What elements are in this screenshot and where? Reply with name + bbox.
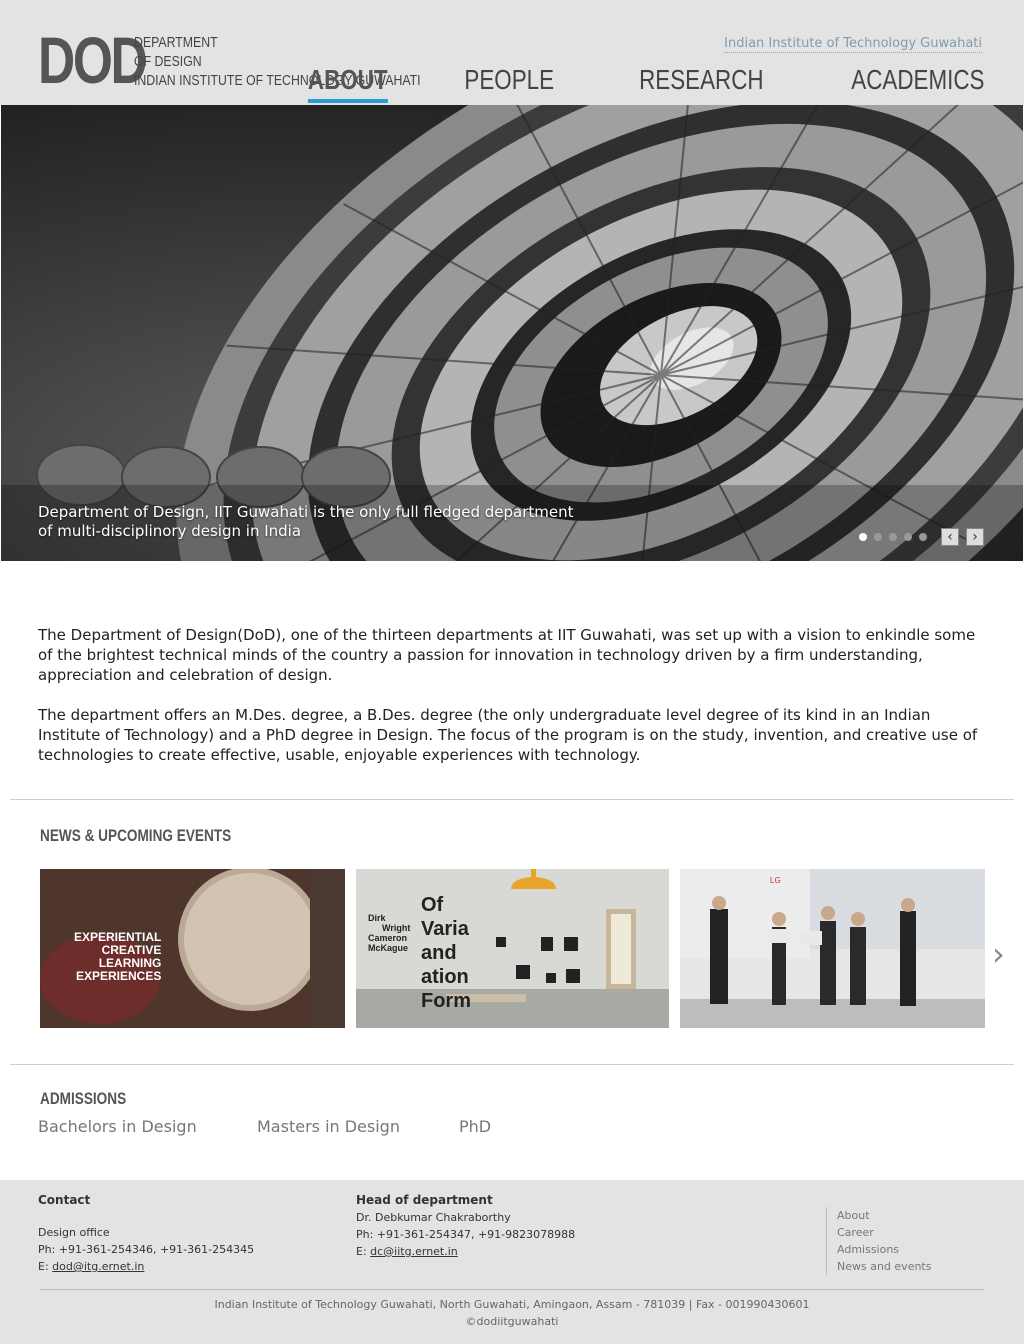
hod-title: Head of department — [356, 1193, 493, 1207]
svg-text:LG: LG — [770, 876, 781, 885]
slider-dot[interactable] — [874, 533, 882, 541]
nav-research[interactable]: RESEARCH — [639, 64, 763, 100]
news-card-1-line: EXPERIENCES — [76, 969, 162, 983]
footer-divider — [40, 1289, 984, 1290]
news-card-1[interactable]: EXPERIENTIAL CREATIVE LEARNING EXPERIENC… — [40, 869, 345, 1028]
main-nav: ABOUT PEOPLE RESEARCH ACADEMICS — [288, 64, 984, 103]
footer-copyright: ©dodiitguwahati — [465, 1315, 559, 1328]
email-prefix: E: — [356, 1245, 371, 1258]
poster-text: Wright — [382, 923, 411, 933]
nav-people[interactable]: PEOPLE — [464, 64, 554, 100]
news-card-3[interactable]: LG — [680, 869, 985, 1028]
hero-caption-line-2: of multi-disciplinory design in India — [38, 522, 302, 540]
poster-text: and — [421, 942, 457, 964]
footer-address: Indian Institute of Technology Guwahati,… — [214, 1298, 810, 1311]
office-email-row: E: dod@itg.ernet.in — [38, 1258, 254, 1275]
footer-link-career[interactable]: Career — [837, 1224, 931, 1241]
slider-dot[interactable] — [919, 533, 927, 541]
divider — [10, 799, 1014, 800]
news-title: NEWS & UPCOMING EVENTS — [40, 826, 232, 845]
footer-link-about[interactable]: About — [837, 1207, 931, 1224]
poster-text: ation — [421, 966, 469, 988]
institute-link[interactable]: Indian Institute of Technology Guwahati — [724, 36, 982, 53]
slider-dots — [859, 533, 927, 541]
hero-caption: Department of Design, IIT Guwahati is th… — [38, 503, 578, 541]
news-card-2-text: Dirk Wright Cameron McKague — [368, 913, 410, 953]
design-office-label: Design office — [38, 1226, 110, 1239]
footer-links: About Career Admissions News and events — [826, 1207, 931, 1275]
hod-email-row: E: dc@iitg.ernet.in — [356, 1243, 575, 1260]
hod-name: Dr. Debkumar Chakraborthy — [356, 1211, 511, 1224]
poster-text: Cameron — [368, 933, 408, 943]
poster-text: Of — [421, 894, 444, 916]
slider-prev-button[interactable]: ‹ — [941, 528, 959, 546]
hod-email-link[interactable]: dc@iitg.ernet.in — [370, 1245, 458, 1258]
footer-link-news[interactable]: News and events — [837, 1258, 931, 1275]
divider — [10, 1064, 1014, 1065]
slider-next-button[interactable]: › — [966, 528, 984, 546]
office-email-link[interactable]: dod@itg.ernet.in — [52, 1260, 144, 1273]
news-card-1-text: EXPERIENTIAL CREATIVE LEARNING EXPERIENC… — [74, 931, 161, 983]
chevron-right-icon: › — [992, 935, 1005, 973]
nav-about[interactable]: ABOUT — [308, 64, 388, 103]
poster-text: Form — [421, 990, 471, 1012]
admission-link-bdes[interactable]: Bachelors in Design — [38, 1117, 197, 1136]
chevron-left-icon: ‹ — [947, 529, 953, 545]
site-footer: Contact Design office Ph: +91-361-254346… — [0, 1180, 1024, 1344]
email-prefix: E: — [38, 1260, 53, 1273]
poster-text: McKague — [368, 943, 409, 953]
nav-academics[interactable]: ACADEMICS — [851, 64, 984, 100]
intro-paragraph-2: The department offers an M.Des. degree, … — [38, 706, 978, 764]
hod-phone: Ph: +91-361-254347, +91-9823078988 — [356, 1228, 576, 1241]
slider-dot[interactable] — [904, 533, 912, 541]
contact-title: Contact — [38, 1193, 91, 1207]
poster-text: Dirk — [368, 913, 386, 923]
site-header: DOD DEPARTMENT OF DESIGN INDIAN INSTITUT… — [0, 0, 1024, 105]
office-phone: Ph: +91-361-254346, +91-361-254345 — [38, 1243, 255, 1256]
logo-line-1: DEPARTMENT — [134, 34, 218, 51]
slider-dot[interactable] — [889, 533, 897, 541]
chevron-right-icon: › — [972, 529, 978, 545]
intro-text: The Department of Design(DoD), one of th… — [38, 625, 988, 785]
news-card-2[interactable]: Dirk Wright Cameron McKague Of Varia and… — [356, 869, 669, 1028]
admissions-title: ADMISSIONS — [40, 1089, 127, 1108]
admission-link-phd[interactable]: PhD — [459, 1117, 491, 1136]
hero-slider: Department of Design, IIT Guwahati is th… — [1, 105, 1023, 561]
news-card-2-poster: Of Varia and ation Form — [421, 893, 471, 1013]
footer-link-admissions[interactable]: Admissions — [837, 1241, 931, 1258]
news-next-button[interactable]: › — [992, 935, 1005, 973]
footer-contact: Contact Design office Ph: +91-361-254346… — [38, 1192, 254, 1275]
poster-text: Varia — [421, 918, 469, 940]
slider-dot[interactable] — [859, 533, 867, 541]
intro-paragraph-1: The Department of Design(DoD), one of th… — [38, 626, 976, 684]
news-image-3: LG — [680, 869, 985, 1028]
footer-hod: Head of department Dr. Debkumar Chakrabo… — [356, 1192, 575, 1260]
hero-caption-line-1: Department of Design, IIT Guwahati is th… — [38, 503, 574, 521]
admission-link-mdes[interactable]: Masters in Design — [257, 1117, 400, 1136]
logo[interactable]: DOD — [38, 27, 148, 93]
hero-image — [1, 105, 1023, 561]
